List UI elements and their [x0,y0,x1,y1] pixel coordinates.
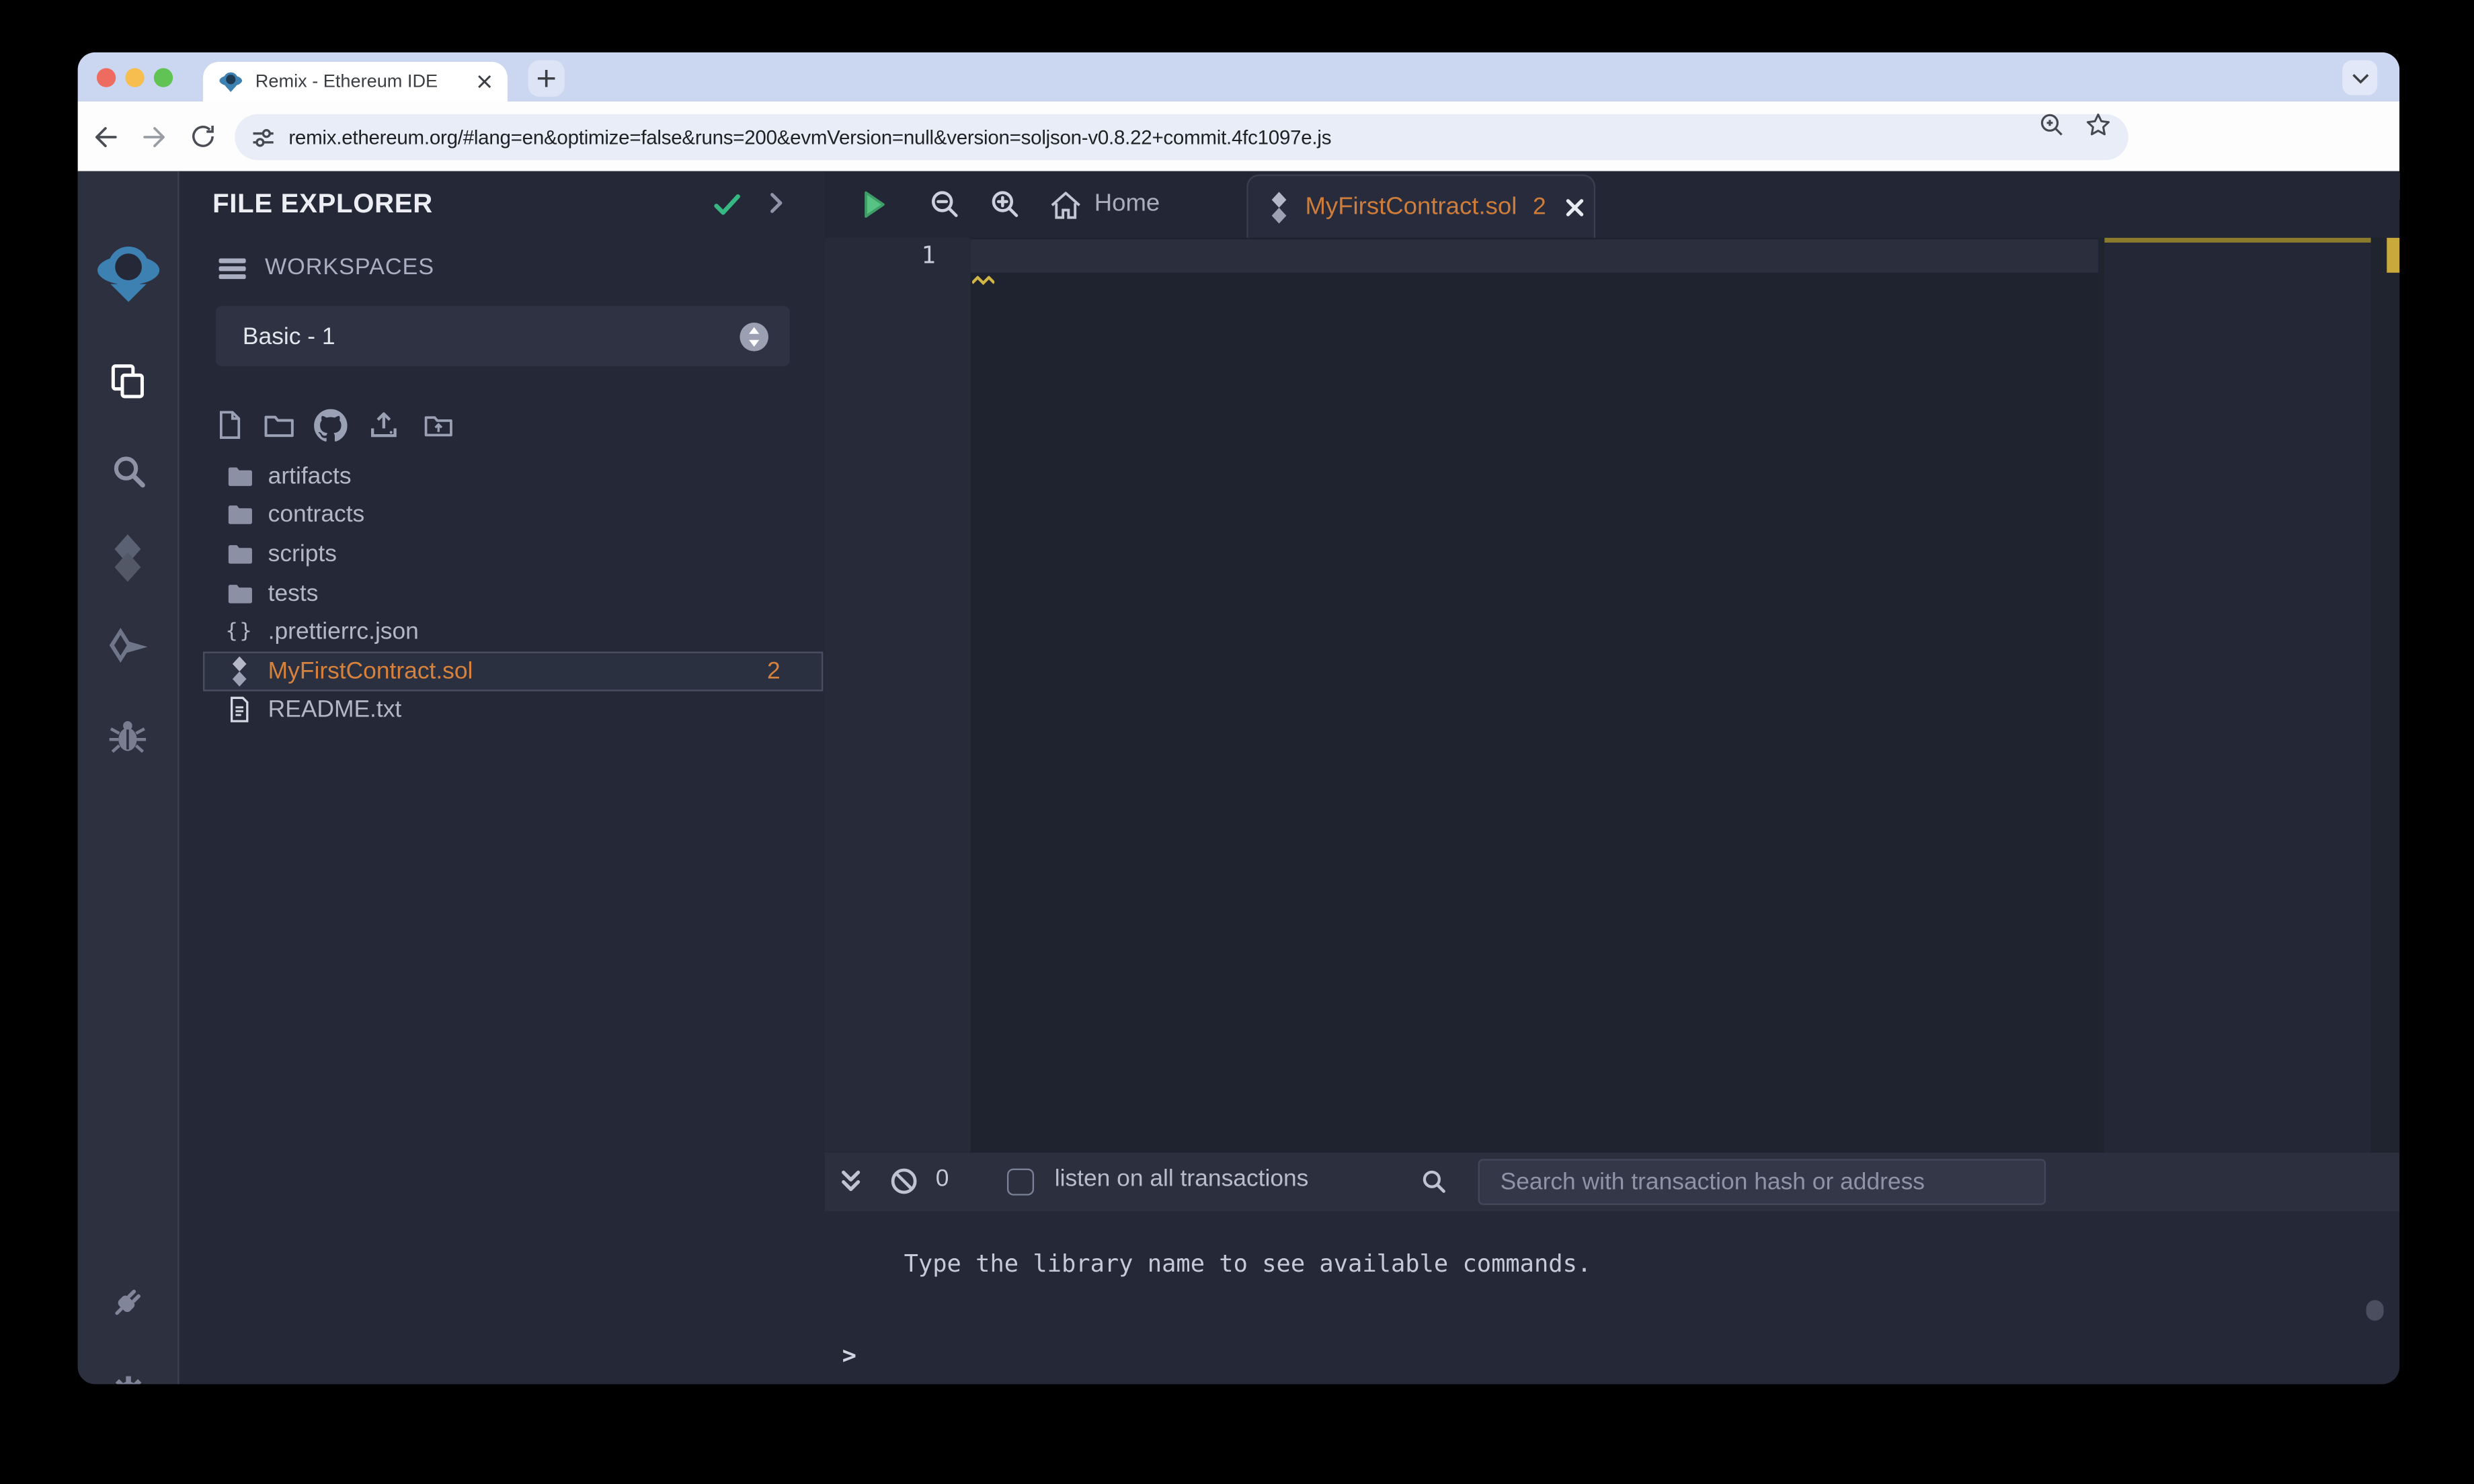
remix-ide: FILE EXPLORER WORKSPACES Basic - 1 artif… [77,171,2400,1385]
terminal-message: Type the library name to see available c… [904,1249,1592,1278]
zoom-out-icon[interactable] [928,187,961,220]
browser-titlebar: Remix - Ethereum IDE [77,52,2400,101]
file-row-tests[interactable]: tests [203,573,823,612]
compile-success-check-icon [714,194,741,224]
active-tab-badge: 2 [1532,193,1546,220]
line-number: 1 [921,241,936,270]
transaction-search-input[interactable] [1478,1159,2046,1205]
text-icon [225,696,253,723]
upload-folder-icon[interactable] [420,406,455,444]
panel-title: FILE EXPLORER [212,188,433,219]
folder-icon [225,464,253,488]
settings-gear-icon[interactable] [78,1373,178,1385]
file-row-.prettierrc.json[interactable]: {} .prettierrc.json [203,612,823,651]
file-row-scripts[interactable]: scripts [203,534,823,573]
remix-favicon-icon [219,71,243,93]
file-actions-row [179,406,825,444]
overview-ruler-scrollbar[interactable] [2370,237,2400,1153]
home-icon [1050,190,1082,220]
terminal-scrollbar-thumb[interactable] [2366,1300,2384,1321]
tab-myfirstcontract[interactable]: MyFirstContract.sol 2 [1246,174,1596,238]
plugin-manager-icon[interactable] [78,1281,178,1322]
folder-icon [225,542,253,566]
file-row-README.txt[interactable]: README.txt [203,690,823,729]
warning-squiggle [971,265,996,293]
file-explorer-panel: FILE EXPLORER WORKSPACES Basic - 1 artif… [179,171,825,1385]
error-count-badge: 2 [766,657,781,685]
file-explorer-tab-icon[interactable] [78,362,178,401]
tab-close-icon[interactable] [477,75,491,89]
folder-icon [225,581,253,605]
workspace-select[interactable]: Basic - 1 [215,306,790,366]
activity-bar [77,171,179,1385]
editor-gutter: 1 [824,237,971,1153]
home-tab-label: Home [1094,190,1160,218]
terminal-prompt[interactable]: > [842,1342,856,1370]
maximize-window-button[interactable] [153,68,173,87]
run-script-play-icon[interactable] [863,190,886,218]
terminal-panel: 0 listen on all transactions Type the li… [824,1152,2400,1385]
folder-icon [225,503,253,527]
overview-ruler-warning-marker [2387,237,2400,273]
file-row-MyFirstContract.sol[interactable]: MyFirstContract.sol 2 [202,651,824,691]
solidity-compiler-tab-icon[interactable] [78,533,178,582]
address-bar[interactable]: remix.ethereum.org/#lang=en&optimize=fal… [235,114,2128,161]
zoom-page-icon[interactable] [2035,108,2069,141]
editor-code-area[interactable] [970,237,2098,1153]
upload-file-icon[interactable] [366,406,401,444]
workspace-selected-value: Basic - 1 [242,323,335,350]
site-settings-icon[interactable] [251,124,276,150]
debugger-tab-icon[interactable] [78,716,178,755]
reload-button[interactable] [184,118,223,156]
search-tab-icon[interactable] [78,452,178,490]
json-icon: {} [225,620,254,645]
screenshot-stage: Remix - Ethereum IDE remix.ethereum.org/… [0,0,2474,1484]
editor-minimap[interactable] [2104,237,2371,1153]
deploy-run-tab-icon[interactable] [78,626,178,667]
workspaces-menu-icon[interactable] [218,258,246,281]
close-window-button[interactable] [96,68,116,87]
browser-tab-title: Remix - Ethereum IDE [255,72,438,91]
github-icon[interactable] [313,406,348,444]
active-tab-label: MyFirstContract.sol [1305,192,1517,220]
zoom-in-icon[interactable] [988,187,1022,220]
pending-tx-count: 0 [935,1165,949,1192]
remix-logo-icon [78,246,178,304]
tab-home[interactable]: Home [1050,171,1160,238]
workspaces-label: WORKSPACES [264,255,435,281]
editor-tabbar: Home MyFirstContract.sol 2 [824,171,2400,238]
clear-console-block-icon[interactable] [889,1167,918,1195]
url-text: remix.ethereum.org/#lang=en&optimize=fal… [288,126,1332,149]
collapse-terminal-chevrons-icon[interactable] [840,1169,861,1194]
new-tab-button[interactable] [528,60,565,97]
terminal-toolbar: 0 listen on all transactions [824,1152,2400,1212]
tab-search-chevron-icon[interactable] [2342,60,2378,95]
listen-transactions-checkbox[interactable] [1006,1168,1035,1196]
solidity-file-icon [1269,191,1289,223]
minimize-window-button[interactable] [125,68,145,87]
code-editor[interactable]: 1 [824,237,2400,1153]
terminal-output[interactable]: Type the library name to see available c… [824,1211,2400,1385]
solidity-icon [225,656,253,686]
new-folder-icon[interactable] [262,406,296,444]
browser-window: Remix - Ethereum IDE remix.ethereum.org/… [77,52,2400,1385]
browser-toolbar: remix.ethereum.org/#lang=en&optimize=fal… [77,101,2400,200]
file-tree: artifacts contracts scripts tests{} .prettie… [179,456,825,729]
browser-tab[interactable]: Remix - Ethereum IDE [202,62,508,101]
bookmark-star-icon[interactable] [2081,108,2114,141]
file-row-artifacts[interactable]: artifacts [203,456,823,495]
new-file-icon[interactable] [212,406,247,444]
tab-close-x-icon[interactable] [1565,198,1584,216]
forward-button[interactable] [135,118,173,156]
listen-transactions-label[interactable]: listen on all transactions [1055,1165,1309,1192]
select-arrows-icon [739,321,769,352]
panel-expand-chevron-icon[interactable] [769,192,783,222]
file-row-contracts[interactable]: contracts [203,495,823,534]
terminal-search-icon [1419,1167,1447,1195]
back-button[interactable] [85,118,124,156]
current-line-highlight [970,239,2098,273]
minimap-warning-line [2104,237,2371,243]
editor-column: Home MyFirstContract.sol 2 1 0 listen on… [824,171,2400,1385]
